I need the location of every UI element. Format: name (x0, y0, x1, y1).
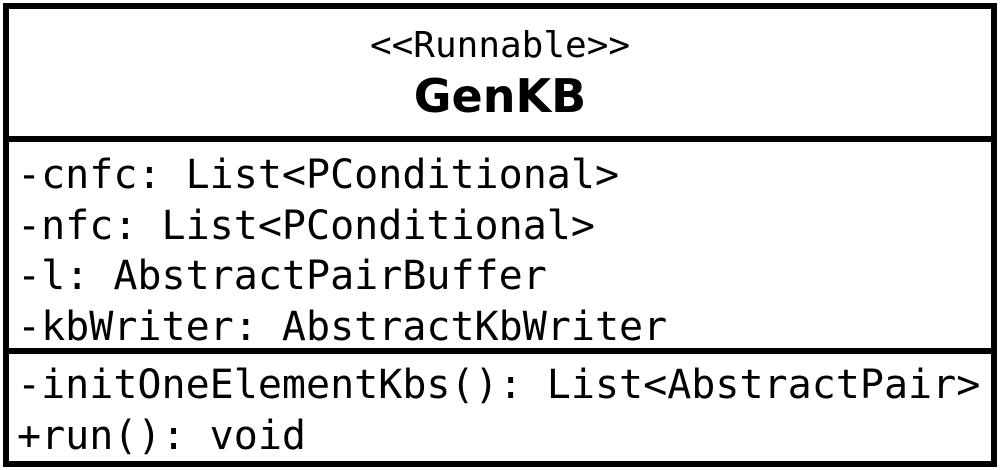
attribute-nfc: -nfc: List<PConditional> (17, 202, 595, 249)
operations-compartment: -initOneElementKbs(): List<AbstractPair>… (9, 354, 991, 461)
attribute-cnfc: -cnfc: List<PConditional> (17, 152, 620, 198)
operation-initoneelementkbs: -initOneElementKbs(): List<AbstractPair> (17, 362, 981, 408)
class-name: GenKB (413, 68, 587, 123)
uml-class-genkb: <<Runnable>> GenKB -cnfc: List<PConditio… (3, 3, 997, 467)
attribute-l: -l: AbstractPairBuffer (17, 253, 547, 299)
operation-run: +run(): void (17, 412, 306, 459)
class-header: <<Runnable>> GenKB (9, 9, 991, 142)
class-stereotype: <<Runnable>> (369, 24, 631, 66)
attributes-compartment: -cnfc: List<PConditional> -nfc: List<PCo… (9, 142, 991, 354)
attribute-kbwriter: -kbWriter: AbstractKbWriter (17, 303, 668, 350)
